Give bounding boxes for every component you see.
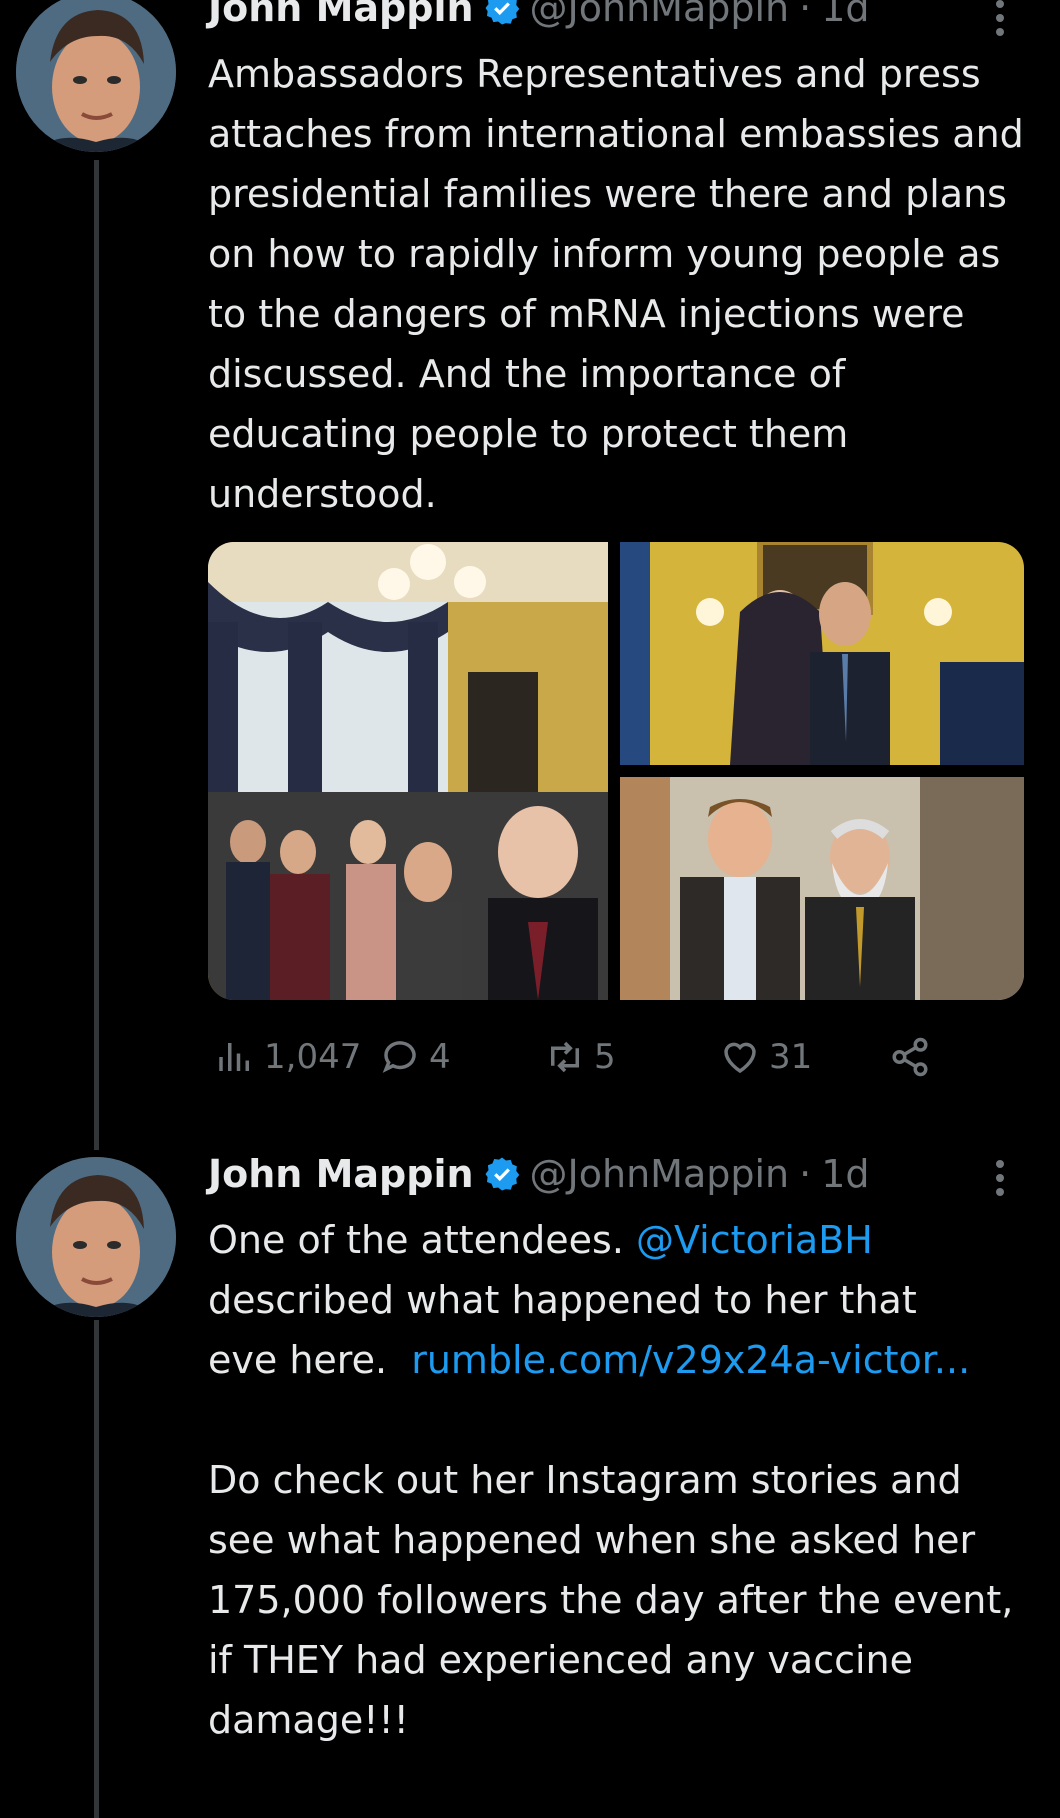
reply-action[interactable]: 4 [379, 1036, 451, 1078]
separator-dot: · [799, 1152, 812, 1196]
tweet-text: One of the attendees. @VictoriaBH descri… [208, 1210, 1038, 1750]
reply-count: 4 [429, 1037, 451, 1077]
thread-connector-line [94, 1320, 99, 1818]
retweet-action[interactable]: 5 [544, 1036, 616, 1078]
handle[interactable]: @JohnMappin [530, 0, 790, 30]
timestamp[interactable]: 1d [821, 0, 869, 30]
avatar[interactable] [16, 1157, 176, 1317]
tweet-text-part: One of the attendees. [208, 1218, 636, 1262]
tweet-text-part: Do check out her Instagram stories and s… [208, 1458, 1014, 1742]
more-vertical-icon[interactable] [990, 1158, 1010, 1198]
retweet-icon [551, 1041, 579, 1073]
share-icon [892, 1037, 928, 1077]
verified-badge-icon [484, 0, 520, 26]
tweet-text: Ambassadors Representatives and press at… [208, 52, 1036, 516]
display-name[interactable]: John Mappin [208, 1152, 474, 1196]
external-link[interactable]: rumble.com/v29x24a-victor... [411, 1338, 970, 1382]
tweet-header: John Mappin @JohnMappin · 1d [208, 0, 870, 30]
verified-badge-icon [484, 1156, 520, 1192]
views-action[interactable]: 1,047 [214, 1036, 361, 1078]
thread-connector-line [94, 160, 99, 1150]
timestamp[interactable]: 1d [821, 1152, 869, 1196]
tweet-header: John Mappin @JohnMappin · 1d [208, 1152, 870, 1196]
media-grid [208, 542, 1024, 1000]
analytics-icon [219, 1043, 249, 1071]
separator-dot: · [799, 0, 812, 30]
like-count: 31 [769, 1037, 813, 1077]
share-action[interactable] [889, 1036, 931, 1078]
views-count: 1,047 [264, 1037, 362, 1077]
heart-icon [724, 1042, 756, 1074]
more-vertical-icon[interactable] [990, 0, 1010, 38]
media-photo-couple[interactable] [620, 542, 1024, 765]
like-action[interactable]: 31 [719, 1036, 812, 1078]
mention-link[interactable]: @VictoriaBH [636, 1218, 873, 1262]
handle[interactable]: @JohnMappin [530, 1152, 790, 1196]
avatar[interactable] [16, 0, 176, 152]
display-name[interactable]: John Mappin [208, 0, 474, 30]
media-photo-two-men[interactable] [620, 777, 1024, 1000]
reply-icon [382, 1041, 416, 1073]
retweet-count: 5 [594, 1037, 616, 1077]
media-photo-reception-room[interactable] [208, 542, 608, 1000]
